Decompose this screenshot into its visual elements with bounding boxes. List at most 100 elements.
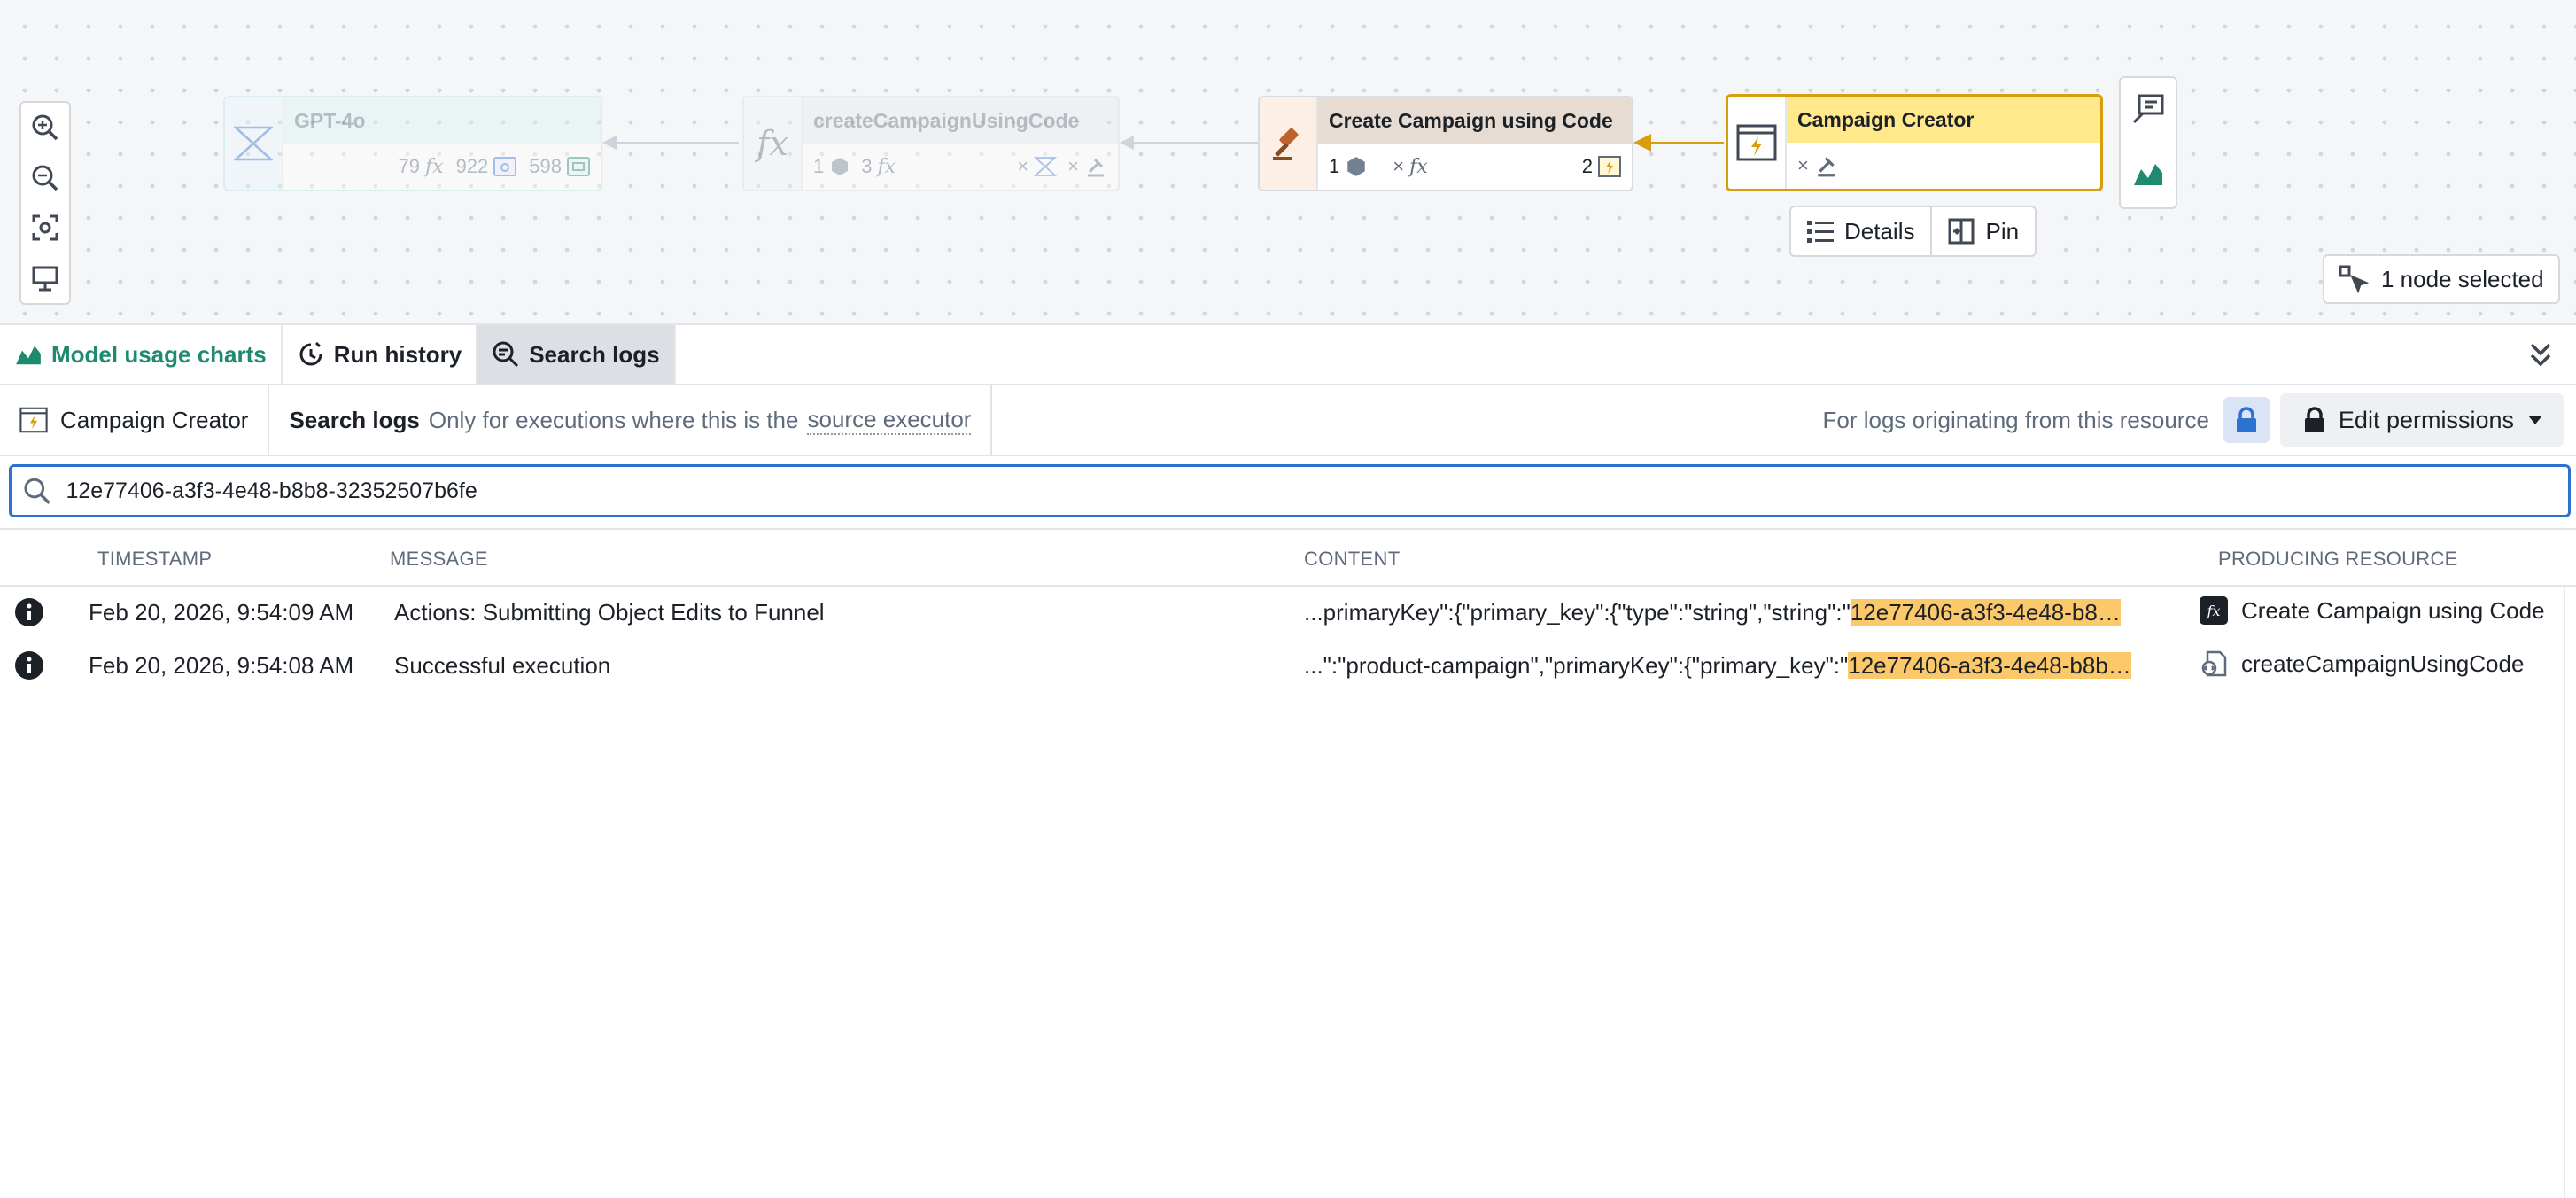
cell-timestamp: Feb 20, 2026, 9:54:08 AM: [89, 652, 354, 679]
node-stats: 1 × fx 2: [1318, 144, 1632, 190]
area-chart-icon[interactable]: [2132, 160, 2164, 191]
edge-arrow-icon: [1120, 136, 1134, 150]
scope-description: Search logs Only for executions where th…: [269, 385, 993, 455]
node-campaign-creator[interactable]: Campaign Creator ×: [1726, 94, 2103, 191]
zoom-controls: [19, 101, 71, 305]
node-stats: ×: [1787, 143, 2100, 189]
cube-icon: [1347, 157, 1365, 176]
stat-functions-count: 79: [398, 155, 420, 177]
gavel-icon: [1260, 97, 1318, 190]
node-create-campaign-action[interactable]: Create Campaign using Code 1 × fx 2: [1258, 96, 1633, 191]
caret-down-icon: [2528, 416, 2542, 424]
function-icon: fx: [1409, 155, 1428, 178]
node-gpt-4o[interactable]: GPT-4o 79 fx 922 598: [223, 96, 602, 191]
action-icon: [1088, 158, 1104, 177]
automation-icon: [1598, 156, 1621, 177]
tab-run-history[interactable]: Run history: [283, 325, 478, 384]
cell-message: Actions: Submitting Object Edits to Funn…: [394, 599, 825, 626]
pin-button[interactable]: Pin: [1930, 207, 2035, 255]
log-search-field[interactable]: [9, 464, 2571, 517]
search-logs-icon: [493, 341, 519, 368]
list-icon: [1807, 221, 1834, 243]
stat-object-count: 1: [1329, 155, 1340, 177]
stat-automation-count: 2: [1581, 155, 1593, 177]
stat-logic-count: 922: [455, 155, 489, 177]
info-icon[interactable]: [14, 650, 44, 687]
run-history-icon: [299, 341, 322, 366]
cell-producing-resource[interactable]: fx Create Campaign using Code: [2199, 595, 2545, 626]
area-chart-icon: [16, 346, 41, 365]
lock-toggle-button[interactable]: [2223, 397, 2270, 443]
presentation-icon[interactable]: [24, 257, 66, 300]
zoom-out-icon[interactable]: [24, 157, 66, 199]
log-scope-bar: Campaign Creator Search logs Only for ex…: [0, 385, 2576, 456]
fit-to-screen-icon[interactable]: [24, 206, 66, 249]
edge: [1123, 142, 1261, 144]
svg-text:fx: fx: [2207, 603, 2221, 619]
cell-content: ...":"product-campaign","primaryKey":{"p…: [1304, 652, 2156, 680]
bottom-panel-tabs: Model usage charts Run history Search lo…: [0, 325, 2576, 385]
tab-label: Model usage charts: [51, 340, 267, 368]
info-icon[interactable]: [14, 597, 44, 634]
node-side-tools: [2119, 76, 2177, 209]
selection-label: 1 node selected: [2381, 265, 2544, 292]
column-header-timestamp[interactable]: TIMESTAMP: [97, 548, 212, 571]
automation-icon: [19, 407, 48, 433]
content-text: ...":"product-campaign","primaryKey":{"p…: [1304, 652, 1849, 679]
explain-icon[interactable]: [2132, 94, 2164, 128]
scope-text: Only for executions where this is the: [428, 406, 799, 433]
content-text: ...primaryKey":{"primary_key":{"type":"s…: [1304, 599, 1851, 626]
code-function-icon: [2201, 650, 2227, 677]
tab-model-usage-charts[interactable]: Model usage charts: [0, 325, 283, 384]
table-row[interactable]: Feb 20, 2026, 9:54:09 AM Actions: Submit…: [0, 587, 2576, 640]
cell-message: Successful execution: [394, 652, 611, 679]
automation-icon: [1728, 97, 1787, 189]
log-table-header: TIMESTAMP MESSAGE CONTENT PRODUCING RESO…: [0, 528, 2576, 587]
edit-permissions-label: Edit permissions: [2338, 406, 2514, 433]
function-icon: fx: [425, 155, 444, 178]
stat-agents-count: 598: [529, 155, 562, 177]
lock-icon: [2236, 407, 2256, 432]
resource-name: createCampaignUsingCode: [2241, 650, 2525, 677]
source-executor-link[interactable]: source executor: [807, 406, 972, 435]
tab-label: Run history: [333, 340, 462, 368]
cell-timestamp: Feb 20, 2026, 9:54:09 AM: [89, 599, 354, 626]
cube-icon: [832, 158, 849, 175]
column-header-message[interactable]: MESSAGE: [390, 548, 488, 571]
search-input[interactable]: [64, 477, 2568, 505]
collapse-panel-icon[interactable]: [2528, 341, 2553, 372]
zoom-in-icon[interactable]: [24, 106, 66, 149]
node-stats: 79 fx 922 598: [283, 144, 601, 190]
tab-search-logs[interactable]: Search logs: [477, 325, 676, 384]
node-title: GPT-4o: [283, 97, 601, 144]
selection-indicator[interactable]: 1 node selected: [2323, 254, 2560, 304]
function-icon: fx: [2200, 596, 2228, 625]
function-icon: fx: [877, 155, 896, 178]
permissions-area: For logs originating from this resource …: [1823, 393, 2576, 447]
cell-producing-resource[interactable]: createCampaignUsingCode: [2199, 649, 2524, 679]
edit-permissions-button[interactable]: Edit permissions: [2279, 393, 2564, 447]
node-create-campaign-function[interactable]: fx createCampaignUsingCode 1 3 fx × ×: [742, 96, 1120, 191]
pin-label: Pin: [1985, 217, 2020, 245]
lock-icon: [2304, 407, 2324, 432]
table-row[interactable]: Feb 20, 2026, 9:54:08 AM Successful exec…: [0, 640, 2576, 693]
graph-canvas[interactable]: GPT-4o 79 fx 922 598 fx createCampaignUsi…: [0, 0, 2576, 325]
cell-content: ...primaryKey":{"primary_key":{"type":"s…: [1304, 599, 2156, 626]
node-stats: 1 3 fx × ×: [803, 144, 1118, 190]
details-button[interactable]: Details: [1791, 207, 1930, 255]
select-cursor-icon: [2339, 265, 2369, 293]
resource-name: Campaign Creator: [60, 406, 249, 433]
function-icon: fx: [744, 97, 803, 190]
pin-panel-icon: [1948, 218, 1975, 245]
model-icon: [225, 97, 283, 190]
column-header-content[interactable]: CONTENT: [1304, 548, 1400, 571]
edge-arrow-icon: [1633, 134, 1651, 152]
edge-arrow-icon: [602, 136, 617, 150]
node-title: Create Campaign using Code: [1318, 97, 1632, 144]
details-label: Details: [1844, 217, 1915, 245]
search-match-highlight: 12e77406-a3f3-4e48-b8b…: [1848, 652, 2131, 679]
resource-chip[interactable]: Campaign Creator: [0, 385, 270, 455]
logic-icon: [493, 157, 517, 176]
column-header-producing-resource[interactable]: PRODUCING RESOURCE: [2218, 548, 2458, 571]
table-scrollbar[interactable]: [2564, 587, 2576, 1198]
